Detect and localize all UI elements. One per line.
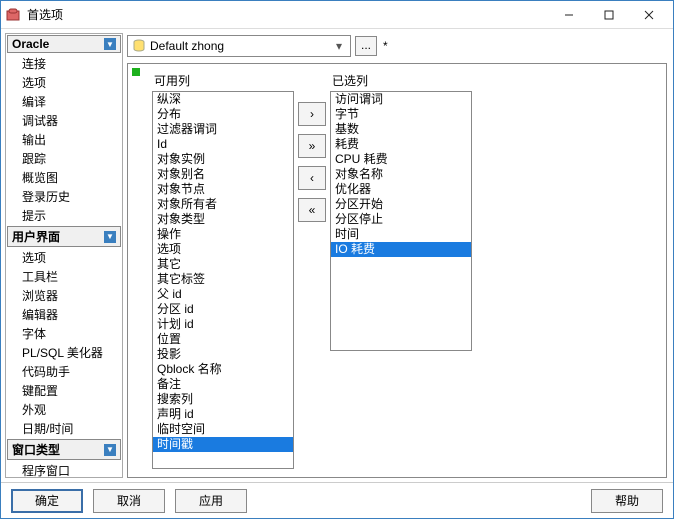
move-buttons: › » ‹ « [298,72,326,469]
category-item[interactable]: 连接 [6,54,122,73]
category-tree[interactable]: Oracle▼连接选项编译调试器输出跟踪概览图登录历史提示用户界面▼选项工具栏浏… [5,33,123,478]
selected-label: 已选列 [330,72,472,89]
category-item[interactable]: 浏览器 [6,286,122,305]
list-item[interactable]: IO 耗费 [331,242,471,257]
database-icon [132,39,146,53]
list-item[interactable]: 临时空间 [153,422,293,437]
apply-button[interactable]: 应用 [175,489,247,513]
category-header[interactable]: Oracle▼ [7,35,121,53]
category-item[interactable]: 外观 [6,400,122,419]
maximize-button[interactable] [589,3,629,27]
category-header[interactable]: 用户界面▼ [7,226,121,247]
list-item[interactable]: 访问谓词 [331,92,471,107]
list-item[interactable]: 分布 [153,107,293,122]
cancel-button[interactable]: 取消 [93,489,165,513]
list-item[interactable]: 投影 [153,347,293,362]
list-item[interactable]: 选项 [153,242,293,257]
list-item[interactable]: Id [153,137,293,152]
profile-selected: Default zhong [150,39,332,53]
category-item[interactable]: 调试器 [6,111,122,130]
app-icon [5,7,21,23]
chevron-down-icon: ▼ [104,231,116,243]
list-item[interactable]: 对象所有者 [153,197,293,212]
category-header[interactable]: 窗口类型▼ [7,439,121,460]
list-item[interactable]: 分区开始 [331,197,471,212]
list-item[interactable]: 声明 id [153,407,293,422]
list-item[interactable]: 字节 [331,107,471,122]
category-item[interactable]: 选项 [6,73,122,92]
list-item[interactable]: 操作 [153,227,293,242]
list-item[interactable]: CPU 耗费 [331,152,471,167]
selected-listbox[interactable]: 访问谓词字节基数耗费CPU 耗费对象名称优化器分区开始分区停止时间IO 耗费 [330,91,472,351]
chevron-down-icon: ▼ [104,38,116,50]
category-item[interactable]: 字体 [6,324,122,343]
available-label: 可用列 [152,72,294,89]
status-indicator [132,68,140,76]
category-item[interactable]: 工具栏 [6,267,122,286]
list-item[interactable]: 基数 [331,122,471,137]
category-item[interactable]: 跟踪 [6,149,122,168]
move-left-button[interactable]: ‹ [298,166,326,190]
list-item[interactable]: 对象节点 [153,182,293,197]
main-area: Default zhong ▾ ... * 可用列 纵深分布过滤器谓词Id对象实… [123,29,673,482]
list-item[interactable]: 对象名称 [331,167,471,182]
chevron-down-icon: ▾ [332,39,346,53]
window-title: 首选项 [27,6,549,23]
list-item[interactable]: 其它标签 [153,272,293,287]
list-item[interactable]: 搜索列 [153,392,293,407]
list-item[interactable]: 对象类型 [153,212,293,227]
close-button[interactable] [629,3,669,27]
list-item[interactable]: 过滤器谓词 [153,122,293,137]
category-item[interactable]: 键配置 [6,381,122,400]
category-item[interactable]: PL/SQL 美化器 [6,343,122,362]
modified-indicator: * [381,39,388,53]
category-item[interactable]: 编译 [6,92,122,111]
move-right-button[interactable]: › [298,102,326,126]
chevron-down-icon: ▼ [104,444,116,456]
list-item[interactable]: 对象实例 [153,152,293,167]
list-item[interactable]: 纵深 [153,92,293,107]
list-item[interactable]: 对象别名 [153,167,293,182]
titlebar: 首选项 [1,1,673,29]
move-all-right-button[interactable]: » [298,134,326,158]
list-item[interactable]: 计划 id [153,317,293,332]
list-item[interactable]: 其它 [153,257,293,272]
list-item[interactable]: Qblock 名称 [153,362,293,377]
list-item[interactable]: 父 id [153,287,293,302]
columns-panel: 可用列 纵深分布过滤器谓词Id对象实例对象别名对象节点对象所有者对象类型操作选项… [127,63,667,478]
available-listbox[interactable]: 纵深分布过滤器谓词Id对象实例对象别名对象节点对象所有者对象类型操作选项其它其它… [152,91,294,469]
list-item[interactable]: 备注 [153,377,293,392]
list-item[interactable]: 优化器 [331,182,471,197]
help-button[interactable]: 帮助 [591,489,663,513]
category-item[interactable]: 程序窗口 [6,461,122,478]
list-item[interactable]: 分区停止 [331,212,471,227]
list-item[interactable]: 时间 [331,227,471,242]
profile-combo[interactable]: Default zhong ▾ [127,35,351,57]
ok-button[interactable]: 确定 [11,489,83,513]
minimize-button[interactable] [549,3,589,27]
content: Oracle▼连接选项编译调试器输出跟踪概览图登录历史提示用户界面▼选项工具栏浏… [1,29,673,482]
move-all-left-button[interactable]: « [298,198,326,222]
category-item[interactable]: 输出 [6,130,122,149]
list-item[interactable]: 时间戳 [153,437,293,452]
category-item[interactable]: 登录历史 [6,187,122,206]
category-item[interactable]: 提示 [6,206,122,225]
list-item[interactable]: 分区 id [153,302,293,317]
category-item[interactable]: 选项 [6,248,122,267]
category-item[interactable]: 代码助手 [6,362,122,381]
category-item[interactable]: 日期/时间 [6,419,122,438]
list-item[interactable]: 耗费 [331,137,471,152]
profile-row: Default zhong ▾ ... * [127,33,667,59]
footer: 确定 取消 应用 帮助 [1,482,673,518]
list-item[interactable]: 位置 [153,332,293,347]
category-item[interactable]: 编辑器 [6,305,122,324]
profile-browse-button[interactable]: ... [355,36,377,56]
category-item[interactable]: 概览图 [6,168,122,187]
